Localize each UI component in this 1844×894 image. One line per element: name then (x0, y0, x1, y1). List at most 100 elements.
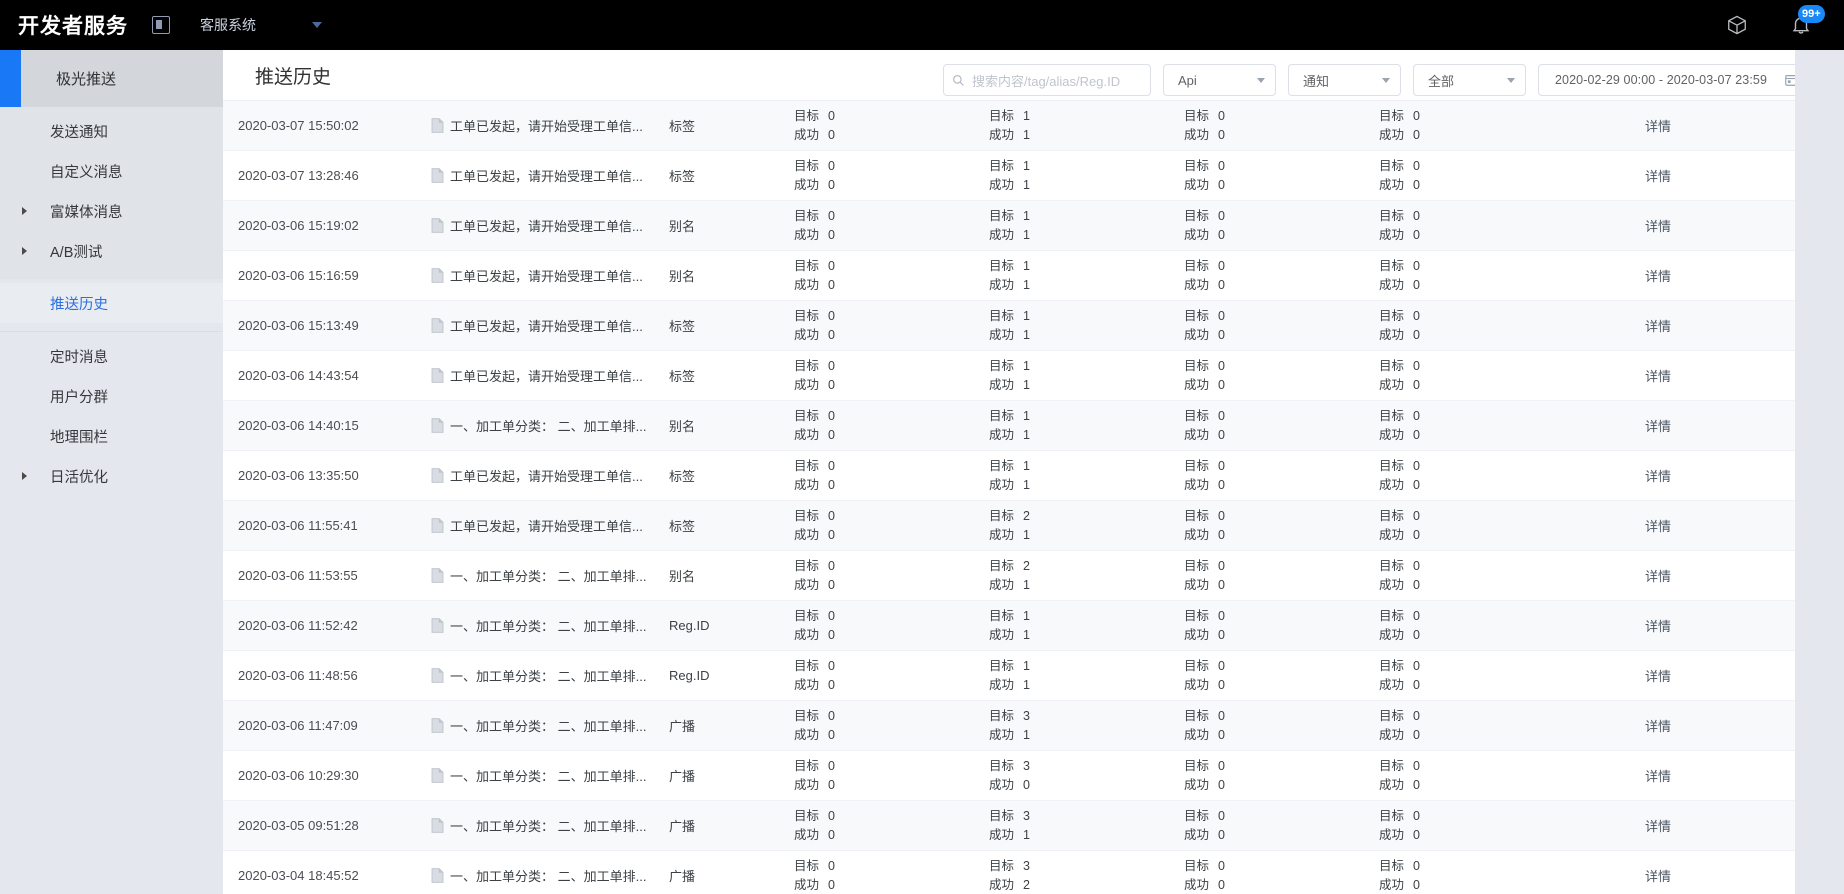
row-target-type: 别名 (669, 569, 696, 584)
status-filter-select[interactable]: 全部 (1413, 64, 1526, 96)
stat-cell-4: 目标 0 成功 0 (1337, 257, 1532, 295)
stat-target: 目标 0 (1184, 208, 1225, 223)
stat-success: 成功 0 (1379, 177, 1420, 192)
table-row[interactable]: 2020-03-06 11:48:56 一、加工单分类： 二、加工单排... Reg… (223, 651, 1844, 701)
document-icon (431, 218, 444, 233)
stat-success: 成功 0 (794, 277, 835, 292)
stat-cell-3: 目标 0 成功 0 (1142, 257, 1337, 295)
stat-cell-3: 目标 0 成功 0 (1142, 307, 1337, 345)
sidebar-item-label: 发送通知 (50, 124, 108, 141)
stat-success: 成功 0 (794, 227, 835, 242)
sidebar-item-geofence[interactable]: 地理围栏 (0, 416, 223, 456)
stat-cell-3: 目标 0 成功 0 (1142, 457, 1337, 495)
stat-success: 成功 0 (1379, 777, 1420, 792)
sidebar-item-scheduled-message[interactable]: 定时消息 (0, 336, 223, 376)
table-row[interactable]: 2020-03-06 15:16:59 工单已发起，请开始受理工单信... 别名 目标… (223, 251, 1844, 301)
table-row[interactable]: 2020-03-07 15:50:02 工单已发起，请开始受理工单信... 标签 目标… (223, 101, 1844, 151)
top-bar: 开发者服务 客服系统 99+ (0, 0, 1844, 50)
row-target-type: 标签 (669, 469, 696, 484)
sidebar-item-dau-optimization[interactable]: 日活优化 (0, 456, 223, 496)
stat-cell-4: 目标 0 成功 0 (1337, 357, 1532, 395)
stat-success: 成功 0 (1379, 327, 1420, 342)
message-type-filter-select[interactable]: 通知 (1288, 64, 1401, 96)
table-row[interactable]: 2020-03-06 13:35:50 工单已发起，请开始受理工单信... 标签 目标… (223, 451, 1844, 501)
row-timestamp: 2020-03-06 11:55:41 (238, 518, 358, 533)
stat-target: 目标 1 (989, 258, 1030, 273)
document-icon (431, 518, 444, 533)
stat-cell-1: 目标 0 成功 0 (752, 207, 947, 245)
row-content: 工单已发起，请开始受理工单信... (431, 316, 669, 335)
table-row[interactable]: 2020-03-07 13:28:46 工单已发起，请开始受理工单信... 标签 目标… (223, 151, 1844, 201)
stat-cell-1: 目标 0 成功 0 (752, 107, 947, 145)
stat-target: 目标 0 (1379, 758, 1420, 773)
sidebar-group-1: 发送通知 自定义消息 富媒体消息 A/B测试 (0, 107, 223, 279)
stat-cell-4: 目标 0 成功 0 (1337, 407, 1532, 445)
sidebar-item-push-history[interactable]: 推送历史 (0, 283, 223, 323)
stat-target: 目标 0 (1184, 758, 1225, 773)
stat-success: 成功 0 (794, 427, 835, 442)
row-target-type: 广播 (669, 719, 696, 734)
stat-target: 目标 0 (794, 658, 835, 673)
chevron-down-icon (312, 22, 322, 28)
chevron-right-icon (22, 247, 27, 255)
project-selector[interactable]: 客服系统 (200, 15, 330, 35)
stat-target: 目标 3 (989, 858, 1030, 873)
sidebar-item-ab-test[interactable]: A/B测试 (0, 231, 223, 271)
sidebar-item-rich-media-message[interactable]: 富媒体消息 (0, 191, 223, 231)
row-content-text: 工单已发起，请开始受理工单信... (450, 469, 643, 484)
stat-success: 成功 0 (1379, 727, 1420, 742)
stat-success: 成功 0 (1184, 727, 1225, 742)
table-row[interactable]: 2020-03-04 18:45:52 一、加工单分类： 二、加工单排... 广播 目… (223, 851, 1844, 894)
sidebar-item-custom-message[interactable]: 自定义消息 (0, 151, 223, 191)
row-content: 工单已发起，请开始受理工单信... (431, 516, 669, 535)
stat-success: 成功 0 (794, 327, 835, 342)
stat-target: 目标 0 (1379, 108, 1420, 123)
stat-target: 目标 3 (989, 758, 1030, 773)
table-row[interactable]: 2020-03-06 11:53:55 一、加工单分类： 二、加工单排... 别名 目… (223, 551, 1844, 601)
stat-success: 成功 0 (1184, 877, 1225, 892)
stat-cell-4: 目标 0 成功 0 (1337, 707, 1532, 745)
notifications-button[interactable]: 99+ (1790, 5, 1825, 36)
stat-target: 目标 2 (989, 508, 1030, 523)
table-row[interactable]: 2020-03-06 11:55:41 工单已发起，请开始受理工单信... 标签 目标… (223, 501, 1844, 551)
table-row[interactable]: 2020-03-06 15:13:49 工单已发起，请开始受理工单信... 标签 目标… (223, 301, 1844, 351)
sidebar-item-label: A/B测试 (50, 244, 103, 261)
stat-cell-2: 目标 1 成功 1 (947, 357, 1142, 395)
stat-target: 目标 0 (1379, 708, 1420, 723)
row-target-type: 标签 (669, 169, 696, 184)
stat-cell-2: 目标 2 成功 1 (947, 507, 1142, 545)
sidebar-item-send-notification[interactable]: 发送通知 (0, 111, 223, 151)
row-timestamp: 2020-03-06 11:53:55 (238, 568, 358, 583)
stat-target: 目标 0 (1379, 158, 1420, 173)
stat-target: 目标 1 (989, 358, 1030, 373)
date-range-value: 2020-02-29 00:00 - 2020-03-07 23:59 (1555, 73, 1767, 87)
channel-filter-select[interactable]: Api (1163, 64, 1276, 96)
cube-icon[interactable] (1726, 14, 1748, 36)
table-row[interactable]: 2020-03-06 10:29:30 一、加工单分类： 二、加工单排... 广播 目… (223, 751, 1844, 801)
row-timestamp: 2020-03-06 15:13:49 (238, 318, 359, 333)
table-row[interactable]: 2020-03-06 14:40:15 一、加工单分类： 二、加工单排... 别名 目… (223, 401, 1844, 451)
sidebar-item-user-segment[interactable]: 用户分群 (0, 376, 223, 416)
date-range-picker[interactable]: 2020-02-29 00:00 - 2020-03-07 23:59 (1538, 64, 1810, 96)
push-history-table: 2020-03-07 15:50:02 工单已发起，请开始受理工单信... 标签 目标… (223, 100, 1844, 894)
table-row[interactable]: 2020-03-05 09:51:28 一、加工单分类： 二、加工单排... 广播 目… (223, 801, 1844, 851)
stat-target: 目标 1 (989, 108, 1030, 123)
search-input[interactable]: 搜索内容/tag/alias/Reg.ID (943, 64, 1151, 96)
stat-success: 成功 2 (989, 877, 1030, 892)
table-row[interactable]: 2020-03-06 11:52:42 一、加工单分类： 二、加工单排... Reg… (223, 601, 1844, 651)
table-row[interactable]: 2020-03-06 14:43:54 工单已发起，请开始受理工单信... 标签 目标… (223, 351, 1844, 401)
stat-success: 成功 0 (794, 527, 835, 542)
stat-success: 成功 0 (1184, 277, 1225, 292)
document-icon (431, 768, 444, 783)
sidebar-header-jiguang-push[interactable]: 极光推送 (0, 50, 223, 107)
table-row[interactable]: 2020-03-06 15:19:02 工单已发起，请开始受理工单信... 别名 目标… (223, 201, 1844, 251)
row-content-text: 一、加工单分类： 二、加工单排... (450, 619, 647, 634)
stat-target: 目标 0 (794, 458, 835, 473)
stat-cell-3: 目标 0 成功 0 (1142, 757, 1337, 795)
stat-target: 目标 2 (989, 558, 1030, 573)
table-row[interactable]: 2020-03-06 11:47:09 一、加工单分类： 二、加工单排... 广播 目… (223, 701, 1844, 751)
stat-target: 目标 0 (1184, 108, 1225, 123)
stat-success: 成功 1 (989, 127, 1030, 142)
panel-collapse-icon[interactable] (152, 16, 170, 34)
stat-success: 成功 0 (1184, 677, 1225, 692)
